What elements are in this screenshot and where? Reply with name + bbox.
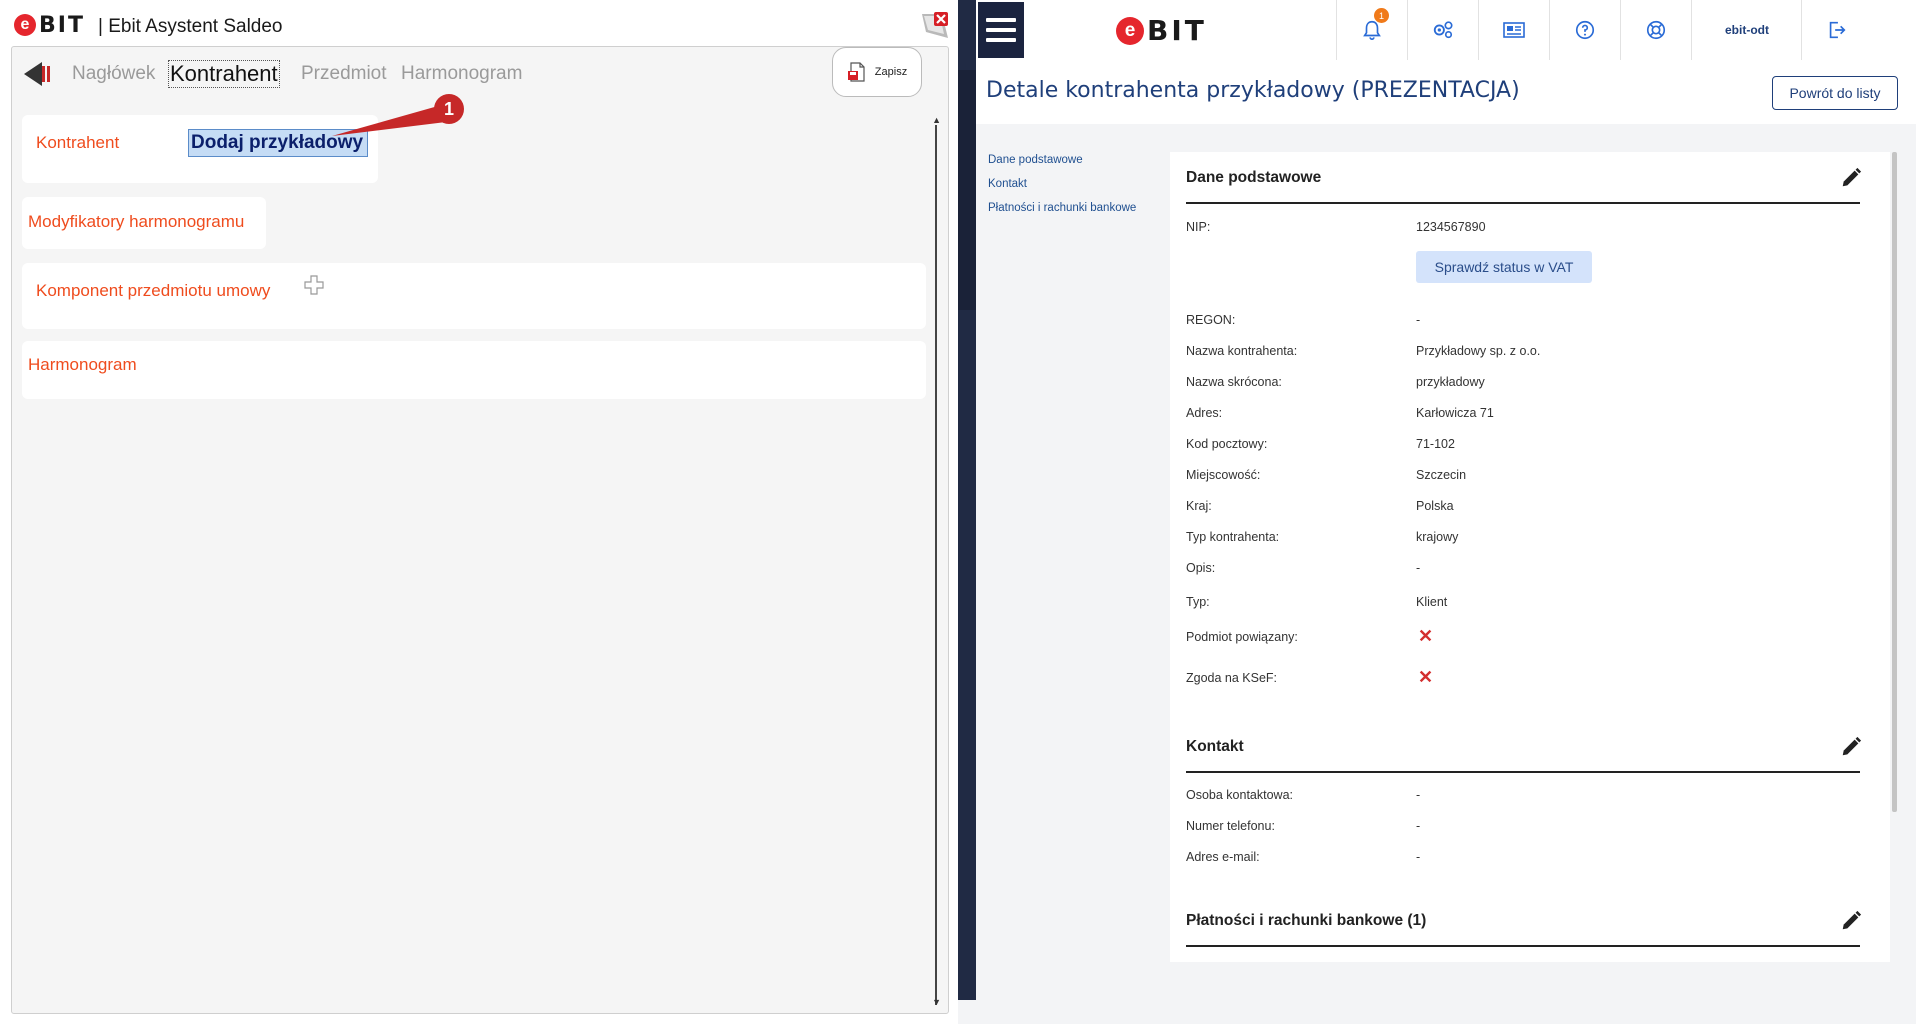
newspaper-icon — [1503, 22, 1525, 38]
field-label: Opis: — [1186, 561, 1216, 575]
right-ebit-logo: e BIT — [1116, 14, 1207, 47]
kontrahent-label: Kontrahent — [36, 133, 120, 152]
logout-icon — [1829, 21, 1846, 39]
field-value: - — [1416, 313, 1421, 327]
contact-field-value: - — [1416, 788, 1421, 802]
save-button[interactable]: Zapisz — [832, 47, 922, 97]
field-label: Typ kontrahenta: — [1186, 530, 1280, 544]
contact-field-label: Numer telefonu: — [1186, 819, 1275, 833]
notifications-button[interactable]: 1 — [1336, 0, 1407, 60]
field-value: krajowy — [1416, 530, 1459, 544]
callout-badge: 1 — [434, 94, 464, 124]
gears-icon — [1433, 21, 1453, 39]
lifebuoy-icon — [1646, 20, 1666, 40]
field-label: Kod pocztowy: — [1186, 437, 1268, 451]
komponent-label: Komponent przedmiotu umowy — [36, 281, 271, 300]
section-title-dane-podstawowe: Dane podstawowe — [1186, 169, 1322, 186]
back-arrow-icon[interactable] — [22, 59, 54, 89]
field-label: Kraj: — [1186, 499, 1212, 513]
right-scrollbar[interactable] — [1892, 152, 1897, 812]
left-ebit-logo: e BIT — [14, 12, 85, 38]
left-scrollbar[interactable] — [935, 125, 937, 1005]
subnav-platnosci[interactable]: Płatności i rachunki bankowe — [988, 202, 1136, 214]
left-app-window: e BIT | Ebit Asystent Saldeo Nagłówek Ko… — [0, 0, 958, 1024]
user-name[interactable]: ebit-odt — [1691, 0, 1802, 60]
left-main-panel: Nagłówek Kontrahent Przedmiot Harmonogra… — [11, 46, 949, 1014]
check-vat-status-button[interactable]: Sprawdź status w VAT — [1416, 251, 1592, 283]
harmonogram-label[interactable]: Harmonogram — [28, 355, 137, 375]
tab-harmonogram[interactable]: Harmonogram — [401, 63, 522, 85]
edit-basic-pencil-icon[interactable] — [1840, 167, 1862, 189]
field-value: Klient — [1416, 595, 1448, 609]
right-logo-e: e — [1116, 16, 1144, 45]
scroll-up-arrow-icon[interactable]: ▲ — [932, 115, 941, 125]
field-label: REGON: — [1186, 313, 1236, 327]
nip-label: NIP: — [1186, 220, 1211, 234]
tab-naglowek[interactable]: Nagłówek — [72, 63, 155, 85]
left-logo-e: e — [14, 14, 36, 36]
modyfikatory-label[interactable]: Modyfikatory harmonogramu — [28, 212, 244, 232]
save-file-icon — [847, 62, 865, 82]
modyfikatory-card: Modyfikatory harmonogramu — [22, 197, 266, 249]
support-button[interactable] — [1620, 0, 1691, 60]
logout-button[interactable] — [1801, 0, 1872, 60]
details-content-panel: Dane podstawowe NIP: 1234567890 Sprawdź … — [1170, 152, 1890, 962]
section-title-platnosci: Płatności i rachunki bankowe (1) — [1186, 912, 1427, 929]
left-logo-bit: BIT — [39, 12, 85, 38]
zgoda-ksef-x-icon: ✕ — [1418, 667, 1434, 687]
settings-button[interactable] — [1407, 0, 1478, 60]
save-button-label: Zapisz — [874, 66, 908, 78]
contact-field-value: - — [1416, 850, 1421, 864]
harmonogram-card: Harmonogram — [22, 341, 926, 399]
contact-field-label: Adres e-mail: — [1186, 850, 1260, 864]
subnav-dane-podstawowe[interactable]: Dane podstawowe — [988, 154, 1083, 166]
field-value: 71-102 — [1416, 437, 1455, 451]
podmiot-powiazany-x-icon: ✕ — [1418, 626, 1434, 646]
field-value: Polska — [1416, 499, 1454, 513]
field-label: Typ: — [1186, 595, 1210, 609]
zgoda-ksef-label: Zgoda na KSeF: — [1186, 671, 1278, 685]
right-dark-sidebar — [958, 0, 976, 1000]
komponent-card: Komponent przedmiotu umowy — [22, 263, 926, 329]
kontrahent-card: Kontrahent Dodaj przykładowy — [22, 115, 378, 183]
field-value: Karłowicza 71 — [1416, 406, 1494, 420]
field-label: Adres: — [1186, 406, 1223, 420]
podmiot-powiazany-label: Podmiot powiązany: — [1186, 630, 1298, 644]
field-value: - — [1416, 561, 1421, 575]
page-title: Detale kontrahenta przykładowy (PREZENTA… — [986, 78, 1520, 103]
documents-button[interactable] — [1478, 0, 1549, 60]
add-component-plus-icon[interactable] — [304, 275, 324, 301]
tab-przedmiot[interactable]: Przedmiot — [301, 63, 387, 85]
field-label: Nazwa skrócona: — [1186, 375, 1282, 389]
close-window-icon[interactable] — [920, 10, 950, 40]
tab-kontrahent[interactable]: Kontrahent — [168, 60, 280, 88]
hamburger-menu-icon[interactable] — [978, 2, 1024, 58]
back-to-list-button[interactable]: Powrót do listy — [1772, 76, 1898, 110]
scroll-down-arrow-icon[interactable]: ▼ — [932, 997, 941, 1007]
notification-count-badge: 1 — [1374, 8, 1389, 23]
right-app-window: e BIT 1 ebit-odt Detale kontrahenta przy… — [958, 0, 1916, 1024]
field-value: przykładowy — [1416, 375, 1485, 389]
edit-contact-pencil-icon[interactable] — [1840, 736, 1862, 758]
field-label: Nazwa kontrahenta: — [1186, 344, 1298, 358]
help-button[interactable] — [1549, 0, 1620, 60]
right-top-bar: e BIT 1 ebit-odt — [976, 0, 1916, 61]
section-title-kontakt: Kontakt — [1186, 738, 1244, 755]
subnav-kontakt[interactable]: Kontakt — [988, 178, 1027, 190]
page-header: Detale kontrahenta przykładowy (PREZENTA… — [976, 60, 1916, 124]
nip-value: 1234567890 — [1416, 220, 1486, 234]
help-icon — [1575, 20, 1595, 40]
left-title-bar: e BIT | Ebit Asystent Saldeo — [0, 0, 958, 46]
left-app-title: | Ebit Asystent Saldeo — [98, 16, 283, 37]
field-value: Przykładowy sp. z o.o. — [1416, 344, 1541, 358]
left-tab-nav: Nagłówek Kontrahent Przedmiot Harmonogra… — [12, 47, 948, 105]
field-value: Szczecin — [1416, 468, 1467, 482]
field-label: Miejscowość: — [1186, 468, 1261, 482]
right-logo-bit: BIT — [1147, 14, 1207, 47]
contact-field-value: - — [1416, 819, 1421, 833]
edit-payments-pencil-icon[interactable] — [1840, 910, 1862, 932]
contact-field-label: Osoba kontaktowa: — [1186, 788, 1294, 802]
